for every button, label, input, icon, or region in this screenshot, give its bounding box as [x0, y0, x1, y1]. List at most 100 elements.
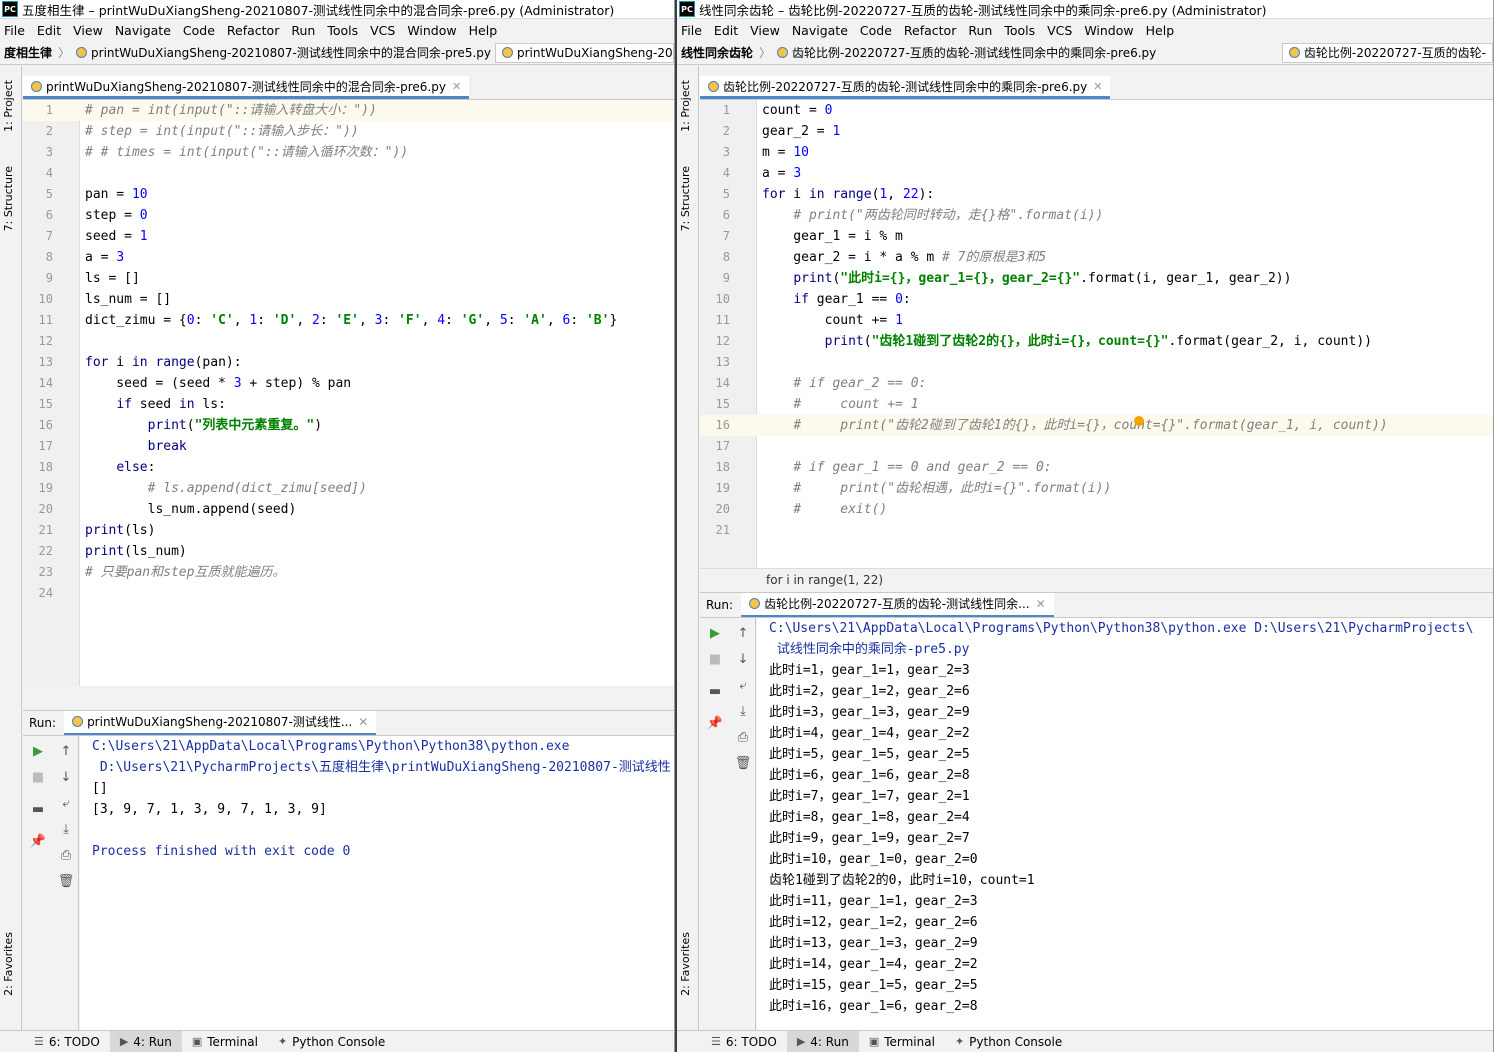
- code-line: 15 # count += 1: [700, 394, 1493, 415]
- close-icon[interactable]: ✕: [1093, 80, 1102, 93]
- code-editor[interactable]: 1 count = 0 2 gear_2 = 13m = 10 4 a = 3 5 for i…: [700, 100, 1493, 568]
- code-token: ,: [296, 313, 312, 328]
- line-number: 16: [715, 418, 730, 432]
- code-editor[interactable]: 1 # pan = int(input("::请输入转盘大小：")) 2 # step…: [23, 100, 674, 686]
- chevron-right-icon: 〉: [759, 46, 772, 60]
- line-text: for i in range(pan):: [85, 352, 242, 373]
- structure-tool-tab[interactable]: 7: Structure: [2, 166, 15, 231]
- code-token: a =: [85, 250, 117, 265]
- breadcrumb-file[interactable]: printWuDuXiangSheng-20210807-测试线性同余中的混合同…: [72, 44, 495, 61]
- project-tool-tab[interactable]: 1: Project: [2, 80, 15, 132]
- scroll-to-end-icon[interactable]: ⤓: [57, 820, 75, 838]
- soft-wrap-icon[interactable]: ⤶: [734, 676, 752, 694]
- todo-tool-button[interactable]: ☰ 6: TODO: [24, 1031, 110, 1052]
- code-line: 8 a = 3: [23, 247, 674, 268]
- code-token: 22: [902, 187, 919, 202]
- console-line: 此时i=11，gear_1=1，gear_2=3: [769, 894, 978, 909]
- menu-window[interactable]: Window: [1084, 23, 1133, 38]
- run-console[interactable]: C:\Users\21\AppData\Local\Programs\Pytho…: [80, 736, 674, 1030]
- close-icon[interactable]: ✕: [452, 80, 461, 93]
- menu-navigate[interactable]: Navigate: [792, 23, 848, 38]
- layout-icon[interactable]: ▬: [706, 682, 724, 700]
- menu-tools[interactable]: Tools: [327, 23, 358, 38]
- rerun-icon[interactable]: ▶: [29, 742, 47, 760]
- trash-icon[interactable]: 🗑: [57, 872, 75, 890]
- code-breadcrumb[interactable]: for i in range(1, 22): [700, 568, 1493, 590]
- arrow-up-icon[interactable]: ↑: [734, 624, 752, 642]
- layout-icon[interactable]: ▬: [29, 800, 47, 818]
- arrow-up-icon[interactable]: ↑: [57, 742, 75, 760]
- terminal-tool-button[interactable]: ▣ Terminal: [859, 1031, 945, 1052]
- line-number: 19: [38, 481, 53, 495]
- menu-refactor[interactable]: Refactor: [904, 23, 956, 38]
- menu-navigate[interactable]: Navigate: [115, 23, 171, 38]
- line-number: 17: [38, 439, 53, 453]
- menu-file[interactable]: File: [681, 23, 702, 38]
- menu-help[interactable]: Help: [1146, 23, 1175, 38]
- code-lines: 1 count = 0 2 gear_2 = 13m = 10 4 a = 3 5 for i…: [700, 100, 1493, 541]
- menu-view[interactable]: View: [750, 23, 780, 38]
- close-icon[interactable]: ✕: [358, 715, 368, 729]
- trash-icon[interactable]: 🗑: [734, 754, 752, 772]
- run-tab[interactable]: printWuDuXiangSheng-20210807-测试线性... ✕: [64, 711, 377, 735]
- menu-refactor[interactable]: Refactor: [227, 23, 279, 38]
- menu-edit[interactable]: Edit: [37, 23, 61, 38]
- menu-vcs[interactable]: VCS: [370, 23, 395, 38]
- menu-code[interactable]: Code: [183, 23, 215, 38]
- run-tab[interactable]: 齿轮比例-20220727-互质的齿轮-测试线性同余... ✕: [741, 593, 1054, 617]
- line-number: 23: [38, 565, 53, 579]
- code-token: "列表中元素重复。": [194, 418, 315, 433]
- run-tool-button[interactable]: ▶ 4: Run: [109, 1031, 182, 1052]
- run-console[interactable]: C:\Users\21\AppData\Local\Programs\Pytho…: [757, 618, 1493, 1030]
- favorites-tool-tab[interactable]: 2: Favorites: [2, 932, 15, 996]
- breadcrumb-project[interactable]: 度相生律: [0, 44, 56, 61]
- menu-code[interactable]: Code: [860, 23, 892, 38]
- breadcrumb-project[interactable]: 线性同余齿轮: [677, 44, 757, 61]
- terminal-tool-button[interactable]: ▣ Terminal: [182, 1031, 268, 1052]
- pin-icon[interactable]: 📌: [29, 832, 47, 850]
- arrow-down-icon[interactable]: ↓: [734, 650, 752, 668]
- code-token: # print("齿轮2碰到了齿轮1的{}，此时i={}，count={}".f…: [793, 418, 1388, 433]
- print-icon[interactable]: ⎙: [734, 728, 752, 746]
- structure-tool-tab[interactable]: 7: Structure: [679, 166, 692, 231]
- menu-file[interactable]: File: [4, 23, 25, 38]
- menu-view[interactable]: View: [73, 23, 103, 38]
- breadcrumb-file[interactable]: 齿轮比例-20220727-互质的齿轮-测试线性同余中的乘同余-pre6.py: [773, 44, 1160, 61]
- code-line: 22 print(ls_num): [23, 541, 674, 562]
- line-number: 15: [38, 397, 53, 411]
- stop-icon[interactable]: ■: [29, 768, 47, 786]
- stop-icon[interactable]: ■: [706, 650, 724, 668]
- favorites-tool-tab[interactable]: 2: Favorites: [679, 932, 692, 996]
- python-console-tool-button[interactable]: ✦ Python Console: [268, 1031, 395, 1052]
- editor-tab-active[interactable]: 齿轮比例-20220727-互质的齿轮-测试线性同余中的乘同余-pre6.py ✕: [700, 76, 1111, 99]
- menu-edit[interactable]: Edit: [714, 23, 738, 38]
- editor-tab-active[interactable]: printWuDuXiangSheng-20210807-测试线性同余中的混合同…: [23, 76, 470, 99]
- code-token: 10: [131, 187, 148, 202]
- close-icon[interactable]: ✕: [1036, 597, 1046, 611]
- todo-tool-button[interactable]: ☰ 6: TODO: [701, 1031, 787, 1052]
- print-icon[interactable]: ⎙: [57, 846, 75, 864]
- menu-help[interactable]: Help: [469, 23, 498, 38]
- project-tool-tab[interactable]: 1: Project: [679, 80, 692, 132]
- arrow-down-icon[interactable]: ↓: [57, 768, 75, 786]
- pin-icon[interactable]: 📌: [706, 714, 724, 732]
- tool-label: 6: TODO: [725, 1034, 777, 1049]
- run-tool-button[interactable]: ▶ 4: Run: [786, 1031, 859, 1052]
- code-token: # ls.append(dict_zimu[seed]): [147, 481, 367, 496]
- menu-run[interactable]: Run: [968, 23, 992, 38]
- rerun-icon[interactable]: ▶: [706, 624, 724, 642]
- nav-file-tab[interactable]: printWuDuXiangSheng-20: [494, 42, 674, 63]
- nav-file-tab[interactable]: 齿轮比例-20220727-互质的齿轮-: [1281, 42, 1493, 63]
- code-line: 1 # pan = int(input("::请输入转盘大小：")): [23, 100, 674, 121]
- soft-wrap-icon[interactable]: ⤶: [57, 794, 75, 812]
- menu-window[interactable]: Window: [407, 23, 456, 38]
- code-token: # print("两齿轮同时转动，走{}格".format(i)): [793, 208, 1104, 223]
- scroll-to-end-icon[interactable]: ⤓: [734, 702, 752, 720]
- code-token: count +=: [762, 313, 896, 328]
- menu-vcs[interactable]: VCS: [1047, 23, 1072, 38]
- menu-run[interactable]: Run: [291, 23, 315, 38]
- python-console-tool-button[interactable]: ✦ Python Console: [945, 1031, 1072, 1052]
- menu-tools[interactable]: Tools: [1004, 23, 1035, 38]
